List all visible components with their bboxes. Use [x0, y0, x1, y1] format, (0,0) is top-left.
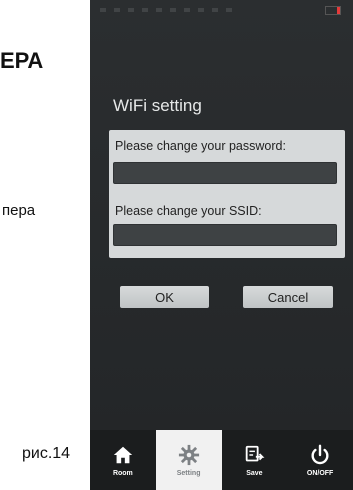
ssid-label: Please change your SSID: [115, 204, 262, 218]
status-indicators [100, 8, 240, 12]
nav-item-room[interactable]: Room [90, 430, 156, 490]
nav-item-setting[interactable]: Setting [155, 430, 222, 490]
ssid-input[interactable] [113, 224, 337, 246]
password-input[interactable] [113, 162, 337, 184]
figure-caption: рис.14 [22, 445, 71, 462]
home-icon [113, 446, 133, 463]
nav-item-save[interactable]: Save [222, 430, 288, 490]
wifi-settings-panel: Please change your password: Please chan… [109, 130, 345, 258]
save-icon [246, 445, 265, 461]
document-text: пера [2, 202, 36, 219]
ok-button[interactable]: OK [120, 286, 209, 308]
cancel-button[interactable]: Cancel [243, 286, 333, 308]
nav-item-onoff[interactable]: ON/OFF [287, 430, 353, 490]
gear-icon [178, 444, 199, 465]
status-bar [90, 0, 353, 22]
document-heading: ЕРА [0, 48, 44, 73]
bottom-nav: Room Setting Save ON/OFF [90, 430, 353, 490]
power-icon [311, 444, 329, 464]
page: ЕРА пера рис.14 WiFi setting Please chan… [0, 0, 353, 490]
nav-label-setting: Setting [176, 469, 201, 477]
battery-icon [325, 6, 341, 15]
phone-screen: WiFi setting Please change your password… [90, 0, 353, 490]
screen-title: WiFi setting [113, 96, 202, 115]
nav-label-save: Save [246, 469, 263, 477]
password-label: Please change your password: [115, 139, 286, 153]
nav-label-room: Room [112, 469, 133, 477]
nav-label-onoff: ON/OFF [306, 469, 334, 477]
